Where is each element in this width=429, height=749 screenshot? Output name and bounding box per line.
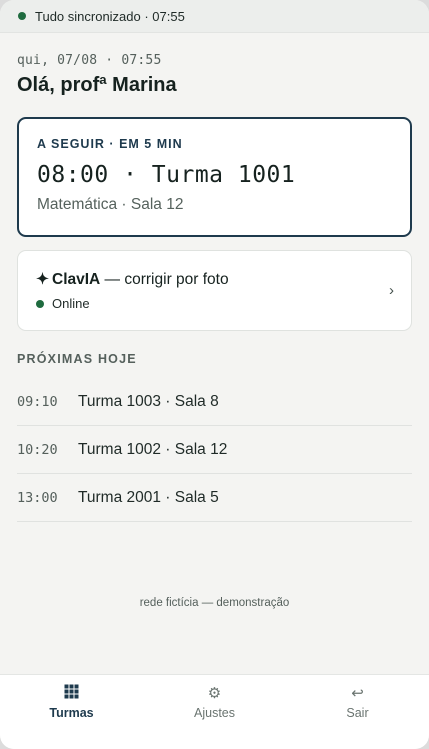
clavia-title: ✦ ClavIA — corrigir por foto [36,270,393,289]
list-item-time: 13:00 [17,489,58,506]
next-class-title: 08:00 · Turma 1001 [37,162,296,188]
tab-turmas[interactable]: Turmas [0,675,143,749]
sync-indicator-dot [18,12,26,20]
list-item-time: 09:10 [17,393,58,410]
chevron-right-icon: › [389,282,394,299]
clavia-name: ClavIA [52,271,101,288]
sparkle-icon: ✦ [36,271,49,288]
online-indicator-dot [36,299,44,308]
upcoming-section-title: PRÓXIMAS HOJE [17,352,137,366]
sync-status-bar: Tudo sincronizado · 07:55 [0,0,429,33]
sync-status-text: Tudo sincronizado · 07:55 [35,8,185,24]
current-date: qui, 07/08 · 07:55 [17,53,162,68]
list-item-time: 10:20 [17,441,58,458]
tab-sair[interactable]: ↩ Sair [286,675,429,749]
page-title: Olá, profª Marina [17,74,177,96]
return-arrow-icon: ↩ [351,685,364,702]
bottom-tab-bar: Turmas ⚙ Ajustes ↩ Sair [0,674,429,749]
tab-label: Sair [346,706,369,720]
list-item[interactable]: 09:10 Turma 1003 · Sala 8 [17,378,412,426]
grid-icon [64,684,79,704]
next-class-subtitle: Matemática · Sala 12 [37,196,184,213]
list-item-label: Turma 2001 · Sala 5 [78,488,219,506]
clavia-status-text: Online [52,296,90,311]
demo-footer-note: rede fictícia — demonstração [139,597,290,609]
next-class-card[interactable]: A SEGUIR · EM 5 MIN 08:00 · Turma 1001 M… [17,117,412,237]
clavia-status: Online [36,296,393,311]
main-content: qui, 07/08 · 07:55 Olá, profª Marina A S… [0,53,429,522]
list-item-label: Turma 1003 · Sala 8 [78,392,219,410]
clavia-card[interactable]: ✦ ClavIA — corrigir por foto Online › [17,250,412,331]
tab-label: Turmas [49,706,94,720]
list-item-label: Turma 1002 · Sala 12 [78,440,228,458]
gear-icon: ⚙ [207,685,222,702]
clavia-action: — corrigir por foto [100,271,229,288]
list-item[interactable]: 13:00 Turma 2001 · Sala 5 [17,474,412,522]
upcoming-list: 09:10 Turma 1003 · Sala 8 10:20 Turma 10… [17,378,412,522]
tab-ajustes[interactable]: ⚙ Ajustes [143,675,286,749]
list-item[interactable]: 10:20 Turma 1002 · Sala 12 [17,426,412,474]
app-screen: Tudo sincronizado · 07:55 qui, 07/08 · 0… [0,0,429,749]
tab-label: Ajustes [194,706,235,720]
next-class-kicker: A SEGUIR · EM 5 MIN [37,137,183,151]
